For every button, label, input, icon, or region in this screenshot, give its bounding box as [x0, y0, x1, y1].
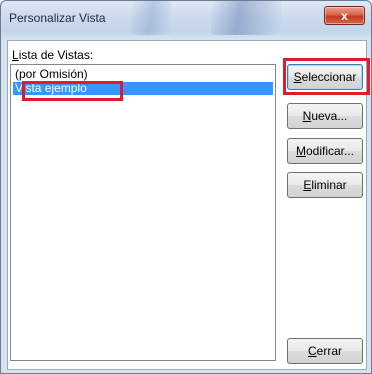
select-button[interactable]: Seleccionar: [287, 64, 363, 90]
views-list-label: Lista de Vistas:: [12, 48, 93, 62]
new-button[interactable]: Nueva...: [287, 103, 363, 129]
delete-button-label: liminar: [311, 178, 347, 192]
modify-button-accesskey: M: [295, 144, 306, 158]
new-button-accesskey: N: [302, 109, 312, 123]
close-button-accesskey: C: [307, 344, 317, 358]
modify-button-label: odificar...: [305, 144, 355, 158]
new-button-label: ueva...: [311, 109, 348, 123]
title-glass-reflection: [211, 1, 281, 35]
delete-button-accesskey: E: [303, 178, 312, 192]
modify-button[interactable]: Modificar...: [287, 138, 363, 164]
views-list-label-accesskey: L: [12, 48, 19, 62]
views-list-label-text: ista de Vistas:: [18, 48, 94, 62]
window-title: Personalizar Vista: [9, 11, 106, 25]
title-bar[interactable]: Personalizar Vista x: [1, 1, 371, 35]
close-window-button[interactable]: x: [324, 6, 365, 25]
select-button-label: eleccionar: [301, 70, 357, 84]
list-item-default[interactable]: (por Omisión): [13, 68, 273, 81]
close-button[interactable]: Cerrar: [287, 338, 363, 364]
delete-button[interactable]: Eliminar: [287, 172, 363, 198]
close-button-label: errar: [316, 344, 342, 358]
list-item-vista-ejemplo[interactable]: Vista ejemplo: [13, 82, 273, 95]
title-glass-reflection: [131, 1, 171, 35]
views-listbox[interactable]: (por Omisión) Vista ejemplo: [10, 64, 276, 361]
select-button-accesskey: S: [293, 70, 302, 84]
close-icon: x: [341, 8, 348, 23]
